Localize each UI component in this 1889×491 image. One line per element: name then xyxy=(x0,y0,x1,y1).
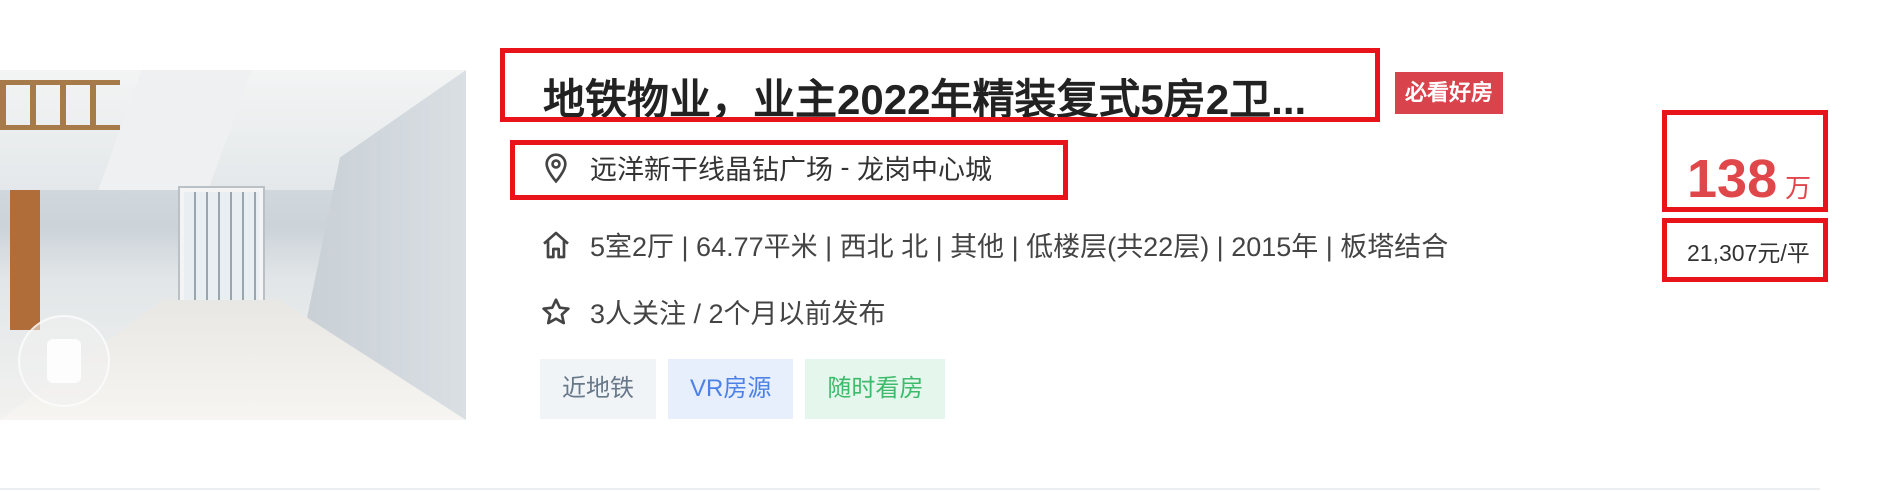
photo-railing xyxy=(0,80,120,130)
photo-door xyxy=(10,190,40,330)
location-row: 远洋新干线晶钻广场 - 龙岗中心城 xyxy=(540,148,992,187)
tag-vr-listing: VR房源 xyxy=(668,359,794,419)
photo-window xyxy=(180,188,263,306)
tag-anytime-viewing: 随时看房 xyxy=(805,359,946,419)
star-icon xyxy=(540,296,572,328)
location-separator: - xyxy=(833,152,857,182)
vr-panorama-icon[interactable] xyxy=(18,315,110,407)
row-divider xyxy=(0,488,1820,490)
district-link[interactable]: 龙岗中心城 xyxy=(857,148,992,187)
tag-list: 近地铁 VR房源 随时看房 xyxy=(540,359,946,419)
total-price: 138 万 xyxy=(1687,148,1811,210)
total-price-unit: 万 xyxy=(1785,173,1812,203)
listing-title[interactable]: 地铁物业，业主2022年精装复式5房2卫... xyxy=(543,66,1306,127)
unit-price: 21,307元/平 xyxy=(1687,240,1810,266)
house-info-row: 5室2厅 | 64.77平米 | 西北 北 | 其他 | 低楼层(共22层) |… xyxy=(540,225,1448,264)
community-link[interactable]: 远洋新干线晶钻广场 xyxy=(590,148,833,187)
house-info-text: 5室2厅 | 64.77平米 | 西北 北 | 其他 | 低楼层(共22层) |… xyxy=(590,232,1449,262)
follow-row: 3人关注 / 2个月以前发布 xyxy=(540,292,886,331)
tag-near-subway: 近地铁 xyxy=(540,359,656,419)
total-price-value: 138 xyxy=(1687,149,1778,209)
location-pin-icon xyxy=(540,152,572,184)
must-see-badge: 必看好房 xyxy=(1395,72,1504,114)
listing-photo[interactable] xyxy=(0,70,466,420)
house-icon xyxy=(540,229,572,261)
follow-text: 3人关注 / 2个月以前发布 xyxy=(590,299,886,329)
